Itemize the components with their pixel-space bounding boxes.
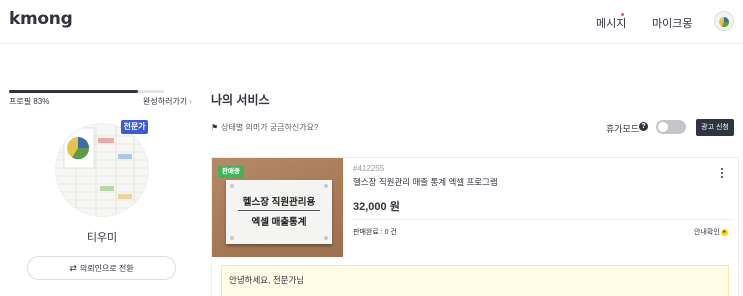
- on-sale-badge: 판매중: [218, 166, 244, 178]
- vacation-mode-label: 휴가모드: [606, 124, 640, 134]
- profile-image[interactable]: [55, 123, 149, 217]
- sold-count: 판매완료 : 0 건: [353, 229, 397, 236]
- board-pin: [230, 184, 234, 188]
- service-thumbnail[interactable]: 헬스장 직원관리용 엑셀 매출통계 판매중: [212, 158, 343, 257]
- switch-to-client-button[interactable]: ⇄ 의뢰인으로 전환: [27, 256, 176, 280]
- nav-messages[interactable]: 메시지: [596, 15, 626, 31]
- switch-to-client-label: 의뢰인으로 전환: [79, 264, 134, 273]
- thumbnail-text-line1: 헬스장 직원관리용: [242, 197, 316, 208]
- service-card: 헬스장 직원관리용 엑셀 매출통계 판매중 #412255 헬스장 직원관리 매…: [211, 157, 739, 296]
- notice-text: 안녕하세요, 전문가님: [229, 275, 305, 285]
- help-icon[interactable]: ?: [639, 122, 648, 131]
- vacation-mode-toggle[interactable]: [656, 120, 686, 134]
- thumbnail-board: 헬스장 직원관리용 엑셀 매출통계: [226, 180, 332, 244]
- username: 티우미: [86, 232, 118, 244]
- top-header: kmong 메시지 마이크몽: [0, 0, 743, 44]
- toggle-knob: [658, 122, 668, 132]
- guide-info-icon: ●: [720, 228, 728, 236]
- guide-check-label: 안내확인: [694, 229, 720, 236]
- service-price: 32,000 원: [353, 201, 400, 213]
- switch-arrows-icon: ⇄: [69, 263, 77, 273]
- chevron-right-icon: ›: [189, 97, 192, 106]
- profile-progress-fill: [9, 90, 138, 93]
- board-pin: [324, 236, 328, 240]
- kebab-menu-icon[interactable]: [719, 167, 725, 181]
- thumbnail-divider: [238, 210, 320, 211]
- flag-icon: ⚑: [211, 123, 219, 132]
- board-pin: [324, 184, 328, 188]
- expert-badge: 전문가: [121, 120, 148, 134]
- complete-profile-label: 완성하러가기: [143, 97, 188, 106]
- profile-progress-label: 프로필 83%: [9, 97, 50, 106]
- notification-dot: [621, 13, 624, 16]
- nav-my-kmong[interactable]: 마이크몽: [652, 15, 692, 31]
- service-divider: [353, 219, 732, 220]
- board-pin: [230, 236, 234, 240]
- status-help-label: 상태별 의미가 궁금하신가요?: [221, 123, 319, 132]
- ad-request-button[interactable]: 광고 신청: [696, 119, 734, 136]
- thumbnail-text-line2: 엑셀 매출통계: [251, 217, 307, 228]
- service-id: #412255: [353, 164, 385, 173]
- notice-box: 안녕하세요, 전문가님: [221, 265, 729, 296]
- guide-check-link[interactable]: 안내확인 ●: [694, 227, 728, 237]
- page-title: 나의 서비스: [211, 93, 270, 107]
- status-help-link[interactable]: ⚑ 상태별 의미가 궁금하신가요?: [211, 122, 318, 133]
- service-title[interactable]: 헬스장 직원관리 매출 통계 엑셀 프로그램: [353, 176, 498, 188]
- kmong-logo[interactable]: kmong: [9, 9, 73, 29]
- profile-progress-bar: [9, 90, 164, 93]
- header-avatar[interactable]: [714, 11, 734, 31]
- complete-profile-link[interactable]: 완성하러가기 ›: [143, 96, 192, 107]
